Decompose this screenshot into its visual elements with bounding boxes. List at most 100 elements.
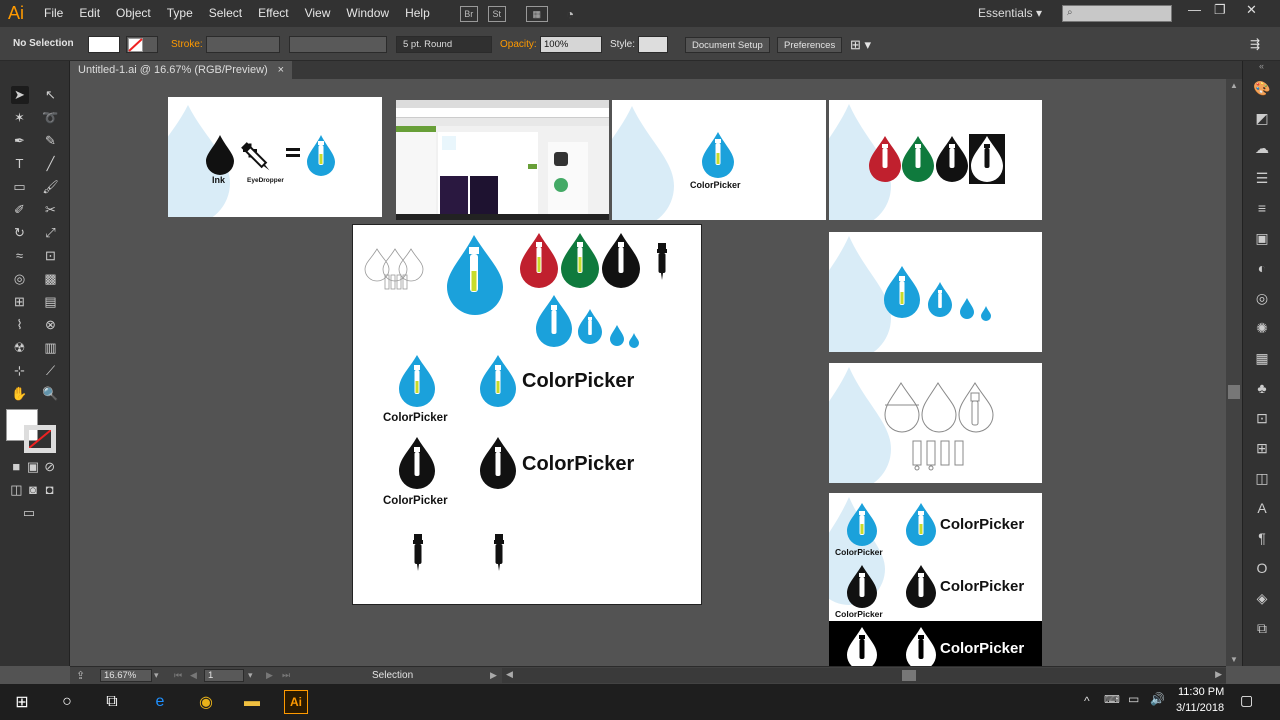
artboard-outlines[interactable]	[829, 363, 1042, 483]
zoom-field[interactable]: 16.67%	[100, 669, 152, 682]
pathfinder-icon[interactable]: ◫	[1243, 463, 1280, 493]
close-window-icon[interactable]: ✕	[1246, 2, 1257, 18]
draw-behind-icon[interactable]: ◙	[25, 481, 42, 499]
cortana-icon[interactable]: ○	[55, 690, 79, 714]
horizontal-scrollbar[interactable]: ◀ ▶	[502, 668, 1226, 683]
scrollbar-thumb[interactable]	[1228, 385, 1240, 399]
menu-effect[interactable]: Effect	[250, 0, 296, 27]
gradient-mode-icon[interactable]: ▣	[25, 458, 42, 476]
previous-artboard-icon[interactable]: ◀	[190, 670, 197, 681]
panel-menu-icon[interactable]: ⇶	[1250, 37, 1260, 51]
artboard-color-variants[interactable]	[829, 100, 1042, 220]
last-artboard-icon[interactable]: ⏭	[282, 670, 290, 681]
perspective-grid-icon[interactable]: ▩	[42, 270, 60, 288]
artboard-number-field[interactable]: 1	[204, 669, 244, 682]
opentype-icon[interactable]: O	[1243, 553, 1280, 583]
stroke-weight-field[interactable]	[206, 36, 280, 53]
scissors-icon[interactable]: ✂	[42, 201, 60, 219]
artboards-icon[interactable]: ⧉	[1243, 613, 1280, 643]
column-graph-icon[interactable]: ▥	[42, 339, 60, 357]
workspace-switcher[interactable]: Essentials ▾	[978, 6, 1042, 20]
document-tab[interactable]: Untitled-1.ai @ 16.67% (RGB/Preview) ×	[70, 61, 292, 79]
rectangle-tool-icon[interactable]: ▭	[11, 178, 29, 196]
opacity-label[interactable]: Opacity:	[500, 39, 537, 50]
artboard-main[interactable]: ColorPicker ColorPicker ColorPicker Colo…	[352, 224, 702, 605]
first-artboard-icon[interactable]: ⏮	[174, 670, 182, 681]
restore-icon[interactable]: ❐	[1214, 2, 1226, 18]
direct-selection-tool-icon[interactable]: ↖	[42, 86, 60, 104]
menu-window[interactable]: Window	[338, 0, 397, 27]
menu-file[interactable]: File	[36, 0, 71, 27]
line-tool-icon[interactable]: ╱	[42, 155, 60, 173]
type-tool-icon[interactable]: T	[11, 155, 29, 173]
lasso-icon[interactable]: ➰	[42, 109, 60, 127]
paragraph-icon[interactable]: ¶	[1243, 523, 1280, 553]
pen-tool-icon[interactable]: ✒	[11, 132, 29, 150]
action-center-icon[interactable]: ▢	[1240, 692, 1253, 709]
stroke-color-icon[interactable]	[24, 425, 56, 453]
artboard-dropdown-icon[interactable]: ▾	[248, 670, 253, 681]
task-view-icon[interactable]: ⧉	[100, 690, 124, 714]
gpu-performance-icon[interactable]: ◔	[566, 6, 574, 22]
paintbrush-icon[interactable]: 🖌	[42, 178, 60, 196]
properties-icon[interactable]: ☰	[1243, 163, 1280, 193]
scroll-left-icon[interactable]: ◀	[506, 669, 513, 680]
brush-definition[interactable]: 5 pt. Round	[396, 36, 492, 53]
windows-start-icon[interactable]: ⊞	[10, 690, 34, 714]
blend-tool-icon[interactable]: ⊗	[42, 316, 60, 334]
libraries-icon[interactable]: ☁	[1243, 133, 1280, 163]
stroke-swatch[interactable]	[126, 36, 158, 53]
artboard-logo-vertical[interactable]: ColorPicker	[612, 100, 826, 220]
selection-tool-icon[interactable]: ➤	[10, 85, 29, 104]
document-setup-button[interactable]: Document Setup	[685, 37, 770, 53]
illustrator-taskbar-icon[interactable]: Ai	[284, 690, 308, 714]
clock-date[interactable]: 3/11/2018	[1176, 702, 1224, 714]
draw-inside-icon[interactable]: ◘	[41, 481, 58, 499]
input-method-icon[interactable]: ⌨	[1104, 693, 1120, 706]
color-mode-icon[interactable]: ■	[8, 458, 25, 476]
menu-help[interactable]: Help	[397, 0, 438, 27]
edge-browser-icon[interactable]: e	[148, 690, 172, 714]
artboard-play-store-screenshot[interactable]	[396, 100, 609, 220]
hand-tool-icon[interactable]: ✋	[11, 385, 29, 403]
network-icon[interactable]: ▭	[1128, 692, 1139, 706]
transparency-icon[interactable]: ◐	[1243, 253, 1280, 283]
close-tab-icon[interactable]: ×	[278, 64, 284, 76]
export-icon[interactable]: ⇪	[76, 669, 85, 682]
scale-tool-icon[interactable]: ⤢	[42, 224, 60, 242]
none-mode-icon[interactable]: ⊘	[41, 458, 58, 476]
arrange-documents-icon[interactable]: ▦	[525, 5, 548, 22]
rotate-tool-icon[interactable]: ↻	[11, 224, 29, 242]
menu-select[interactable]: Select	[201, 0, 250, 27]
curvature-tool-icon[interactable]: ✎	[42, 132, 60, 150]
fill-swatch[interactable]	[88, 36, 120, 53]
collapse-panels-icon[interactable]: «	[1243, 61, 1280, 73]
stroke-panel-icon[interactable]: ≡	[1243, 193, 1280, 223]
symbols-icon[interactable]: ♣	[1243, 373, 1280, 403]
color-panel-icon[interactable]: 🎨	[1243, 73, 1280, 103]
menu-type[interactable]: Type	[159, 0, 201, 27]
slice-tool-icon[interactable]: ⟋	[42, 362, 60, 380]
character-icon[interactable]: A	[1243, 493, 1280, 523]
scroll-up-icon[interactable]: ▲	[1226, 81, 1242, 90]
artboard-tool-icon[interactable]: ⊹	[11, 362, 29, 380]
search-field[interactable]: ⌕	[1062, 5, 1172, 22]
zoom-tool-icon[interactable]: 🔍	[42, 385, 60, 403]
horizontal-scrollbar-thumb[interactable]	[902, 670, 916, 681]
chrome-icon[interactable]: ◉	[194, 690, 218, 714]
menu-view[interactable]: View	[297, 0, 339, 27]
stock-icon[interactable]: St	[487, 5, 506, 22]
appearance-icon[interactable]: ◎	[1243, 283, 1280, 313]
preferences-button[interactable]: Preferences	[777, 37, 843, 53]
width-tool-icon[interactable]: ≈	[11, 247, 29, 265]
scroll-down-icon[interactable]: ▼	[1230, 655, 1238, 664]
symbol-sprayer-icon[interactable]: ☢	[11, 339, 29, 357]
mesh-tool-icon[interactable]: ⊞	[11, 293, 29, 311]
minimize-icon[interactable]: —	[1188, 2, 1201, 17]
artboard-equation[interactable]: Ink EyeDropper	[168, 97, 382, 217]
shaper-tool-icon[interactable]: ✐	[11, 201, 29, 219]
menu-object[interactable]: Object	[108, 0, 159, 27]
screen-mode-icon[interactable]: ▭	[20, 504, 38, 522]
stroke-label[interactable]: Stroke:	[171, 39, 203, 50]
graphic-style-swatch[interactable]	[638, 36, 668, 53]
